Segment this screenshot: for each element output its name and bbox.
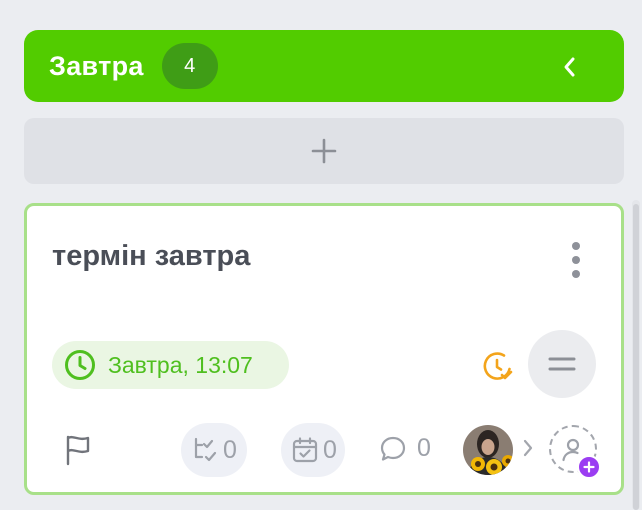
checklist-count: 0 [323,435,337,464]
calendar-check-icon [292,437,318,463]
column-title: Завтра [49,50,144,81]
column-header: Завтра 4 [24,30,624,102]
checklist-chip[interactable]: 0 [281,423,345,477]
task-card[interactable]: термін завтра Завтра, 13:07 0 0 0 [24,203,624,495]
priority-button[interactable] [528,330,596,398]
plus-icon [311,138,337,164]
avatar[interactable] [463,425,513,475]
scrollbar-thumb[interactable] [633,204,639,510]
chevron-right-icon[interactable] [522,438,534,458]
comments-counter[interactable]: 0 [379,434,431,463]
column-count-badge: 4 [161,43,218,89]
alarm-check-icon[interactable] [482,350,514,382]
subtasks-chip[interactable]: 0 [181,423,247,477]
plus-badge-icon [577,455,601,479]
flag-icon[interactable] [64,434,92,466]
clock-icon [65,350,95,380]
comment-icon [380,436,406,461]
due-date-pill[interactable]: Завтра, 13:07 [52,341,289,389]
comments-count: 0 [417,434,431,462]
subtasks-count: 0 [223,435,237,464]
more-dots-icon [572,242,580,250]
subtasks-icon [194,437,217,462]
card-title[interactable]: термін завтра [52,240,250,273]
add-assignee-button[interactable] [549,425,601,479]
more-options-button[interactable] [569,242,583,278]
chevron-left-icon [564,57,575,77]
add-card-button[interactable] [24,118,624,184]
due-date-label: Завтра, 13:07 [108,351,253,378]
collapse-column-button[interactable] [554,52,584,82]
equals-icon [548,357,576,371]
assignee-photo [463,425,513,475]
